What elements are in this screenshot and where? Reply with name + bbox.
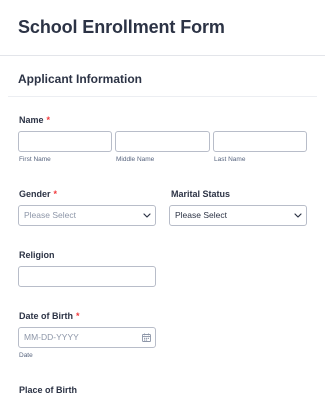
gender-label: Gender * xyxy=(19,189,57,199)
pob-label: Place of Birth xyxy=(19,385,78,395)
dob-placeholder: MM-DD-YYYY xyxy=(24,332,79,342)
form-header: School Enrollment Form xyxy=(0,0,325,56)
name-required-mark: * xyxy=(46,115,51,125)
marital-status-select-value: Please Select xyxy=(175,210,227,220)
name-label: Name * xyxy=(19,115,50,125)
section-divider xyxy=(8,96,317,97)
dob-sublabel: Date xyxy=(19,352,33,359)
dob-required-mark: * xyxy=(76,311,80,321)
form-title: School Enrollment Form xyxy=(18,17,225,37)
gender-select[interactable]: Please Select xyxy=(18,205,156,226)
gender-label-text: Gender xyxy=(19,189,51,199)
dob-label: Date of Birth * xyxy=(19,311,80,321)
marital-status-label: Marital Status xyxy=(171,189,231,199)
name-label-text: Name xyxy=(19,115,44,125)
section-title: Applicant Information xyxy=(18,72,142,86)
gender-required-mark: * xyxy=(53,189,58,199)
marital-status-select[interactable]: Please Select xyxy=(169,205,307,226)
gender-select-value: Please Select xyxy=(24,210,76,220)
last-name-sublabel: Last Name xyxy=(214,156,246,163)
first-name-input[interactable] xyxy=(18,131,112,152)
chevron-down-icon xyxy=(294,213,302,218)
chevron-down-icon xyxy=(143,213,151,218)
calendar-icon[interactable] xyxy=(142,333,151,342)
religion-label: Religion xyxy=(19,250,55,260)
first-name-sublabel: First Name xyxy=(19,156,51,163)
dob-label-text: Date of Birth xyxy=(19,311,73,321)
dob-input[interactable]: MM-DD-YYYY xyxy=(18,327,156,348)
last-name-input[interactable] xyxy=(213,131,307,152)
middle-name-sublabel: Middle Name xyxy=(116,156,155,163)
middle-name-input[interactable] xyxy=(115,131,210,152)
religion-input[interactable] xyxy=(18,266,156,287)
